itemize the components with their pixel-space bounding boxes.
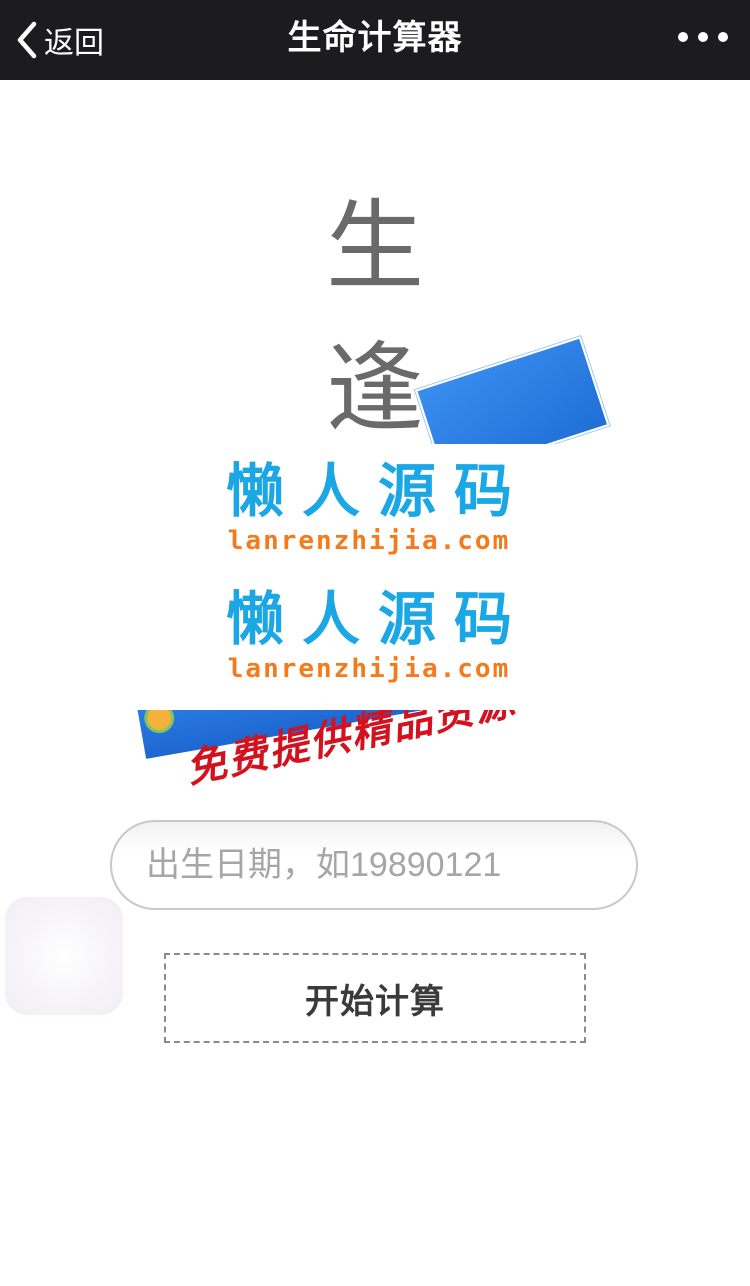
more-menu-button[interactable]: [678, 24, 728, 50]
more-horizontal-icon: [718, 32, 728, 42]
back-button[interactable]: 返回: [14, 0, 104, 80]
start-calculate-button[interactable]: 开始计算: [164, 953, 586, 1043]
watermark-url: lanrenzhijia.com: [227, 526, 511, 556]
page-title: 生命计算器: [287, 18, 463, 58]
watermark-block: 懒人源码 lanrenzhijia.com: [62, 586, 676, 686]
watermark-url: lanrenzhijia.com: [227, 654, 511, 684]
chevron-left-icon: [14, 20, 40, 60]
more-horizontal-icon: [698, 32, 708, 42]
back-label: 返回: [44, 26, 104, 61]
watermark-brand: 懒人源码: [225, 457, 530, 525]
poster-char-sheng: 生: [325, 190, 424, 304]
more-horizontal-icon: [678, 32, 688, 42]
birth-date-input[interactable]: [110, 820, 638, 910]
top-navbar: 返回 生命计算器: [0, 0, 750, 80]
assistive-touch-button[interactable]: [5, 897, 123, 1015]
watermark-brand: 懒人源码: [225, 585, 530, 653]
watermark-block: 懒人源码 lanrenzhijia.com: [62, 458, 676, 558]
watermark-overlay: 懒人源码 lanrenzhijia.com 懒人源码 lanrenzhijia.…: [62, 444, 676, 710]
